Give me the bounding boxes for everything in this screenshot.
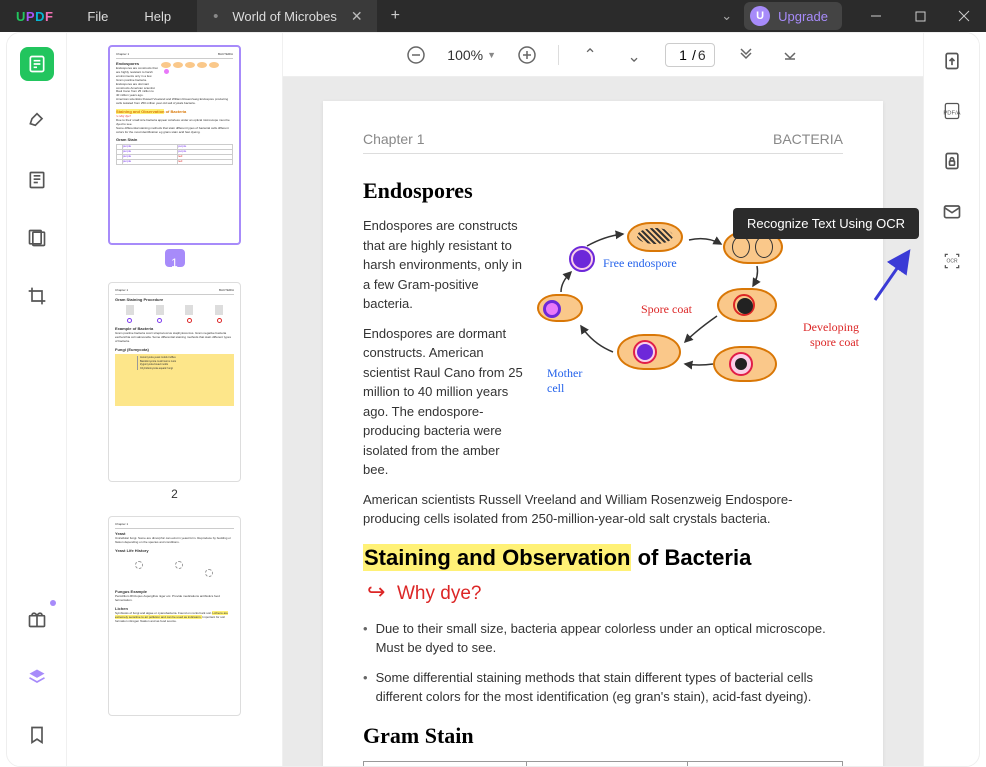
thumbnails-panel: Chapter 1BACTERIA Endospores Endospores … [67, 33, 283, 766]
prev-page-button[interactable] [733, 42, 759, 68]
section-label: BACTERIA [773, 131, 843, 147]
close-window-button[interactable] [942, 0, 986, 32]
current-page[interactable]: 1 [674, 47, 692, 63]
zoom-in-button[interactable] [514, 42, 540, 68]
app-body: Chapter 1 BACTERIA Endospores Endospores … [6, 32, 980, 767]
maximize-button[interactable] [898, 0, 942, 32]
menu-file[interactable]: File [69, 9, 126, 24]
tabs-dropdown-icon[interactable]: ⌄ [709, 8, 744, 24]
thumb-number: 1 [165, 249, 185, 267]
paragraph: Endospores are constructs that are highl… [363, 216, 523, 314]
content-area: 100%▼ ⌃ ⌃ 1 / 6 Chapter 1 BACTERIA Endos… [283, 33, 923, 766]
total-pages: 6 [696, 47, 706, 63]
export-tool[interactable] [938, 47, 966, 75]
thumb-number: 2 [108, 482, 241, 506]
close-icon[interactable]: ✕ [351, 8, 363, 25]
tab-indicator-icon: • [213, 8, 218, 25]
upgrade-button[interactable]: U Upgrade [744, 2, 842, 30]
upgrade-label: Upgrade [778, 9, 828, 24]
reader-tool[interactable] [20, 47, 54, 81]
page-indicator[interactable]: 1 / 6 [665, 43, 715, 67]
right-sidebar: PDF/A OCR [923, 33, 979, 766]
chapter-label: Chapter 1 [363, 131, 424, 147]
heading-gram-stain: Gram Stain [363, 723, 843, 749]
notes-tool[interactable] [20, 163, 54, 197]
pages-tool[interactable] [20, 221, 54, 255]
pdfa-tool[interactable]: PDF/A [938, 97, 966, 125]
annotation-why-dye: ↪ Why dye? [397, 583, 843, 605]
zoom-out-button[interactable] [403, 42, 429, 68]
svg-text:PDF/A: PDF/A [943, 110, 960, 116]
diagram-label: Mother cell [547, 366, 597, 396]
gift-icon[interactable] [20, 602, 54, 636]
highlighter-tool[interactable] [20, 105, 54, 139]
diagram-label: Spore coat [641, 302, 692, 317]
layers-icon[interactable] [20, 660, 54, 694]
table-header: Color of Gram - cells [687, 761, 842, 766]
paragraph: Endospores are dormant constructs. Ameri… [363, 324, 523, 480]
app-logo: UPDF [0, 9, 69, 24]
heading-staining: Staining and Observation of Bacteria [363, 545, 843, 571]
zoom-level[interactable]: 100%▼ [447, 47, 496, 63]
endospore-diagram: Vegetati Free endospore Mother cell [537, 216, 847, 416]
thumbnail-1[interactable]: Chapter 1BACTERIA Endospores Endospores … [108, 45, 241, 272]
share-tool[interactable] [938, 197, 966, 225]
document-tab[interactable]: • World of Microbes ✕ [197, 0, 377, 32]
diagram-label: Developing spore coat [789, 320, 859, 350]
next-page-button[interactable] [777, 42, 803, 68]
title-bar: UPDF File Help • World of Microbes ✕ + ⌄… [0, 0, 986, 32]
crop-tool[interactable] [20, 279, 54, 313]
gram-stain-table: Color of Gram + cells Color of Gram - ce… [363, 761, 843, 767]
document-page: Chapter 1 BACTERIA Endospores Endospores… [323, 101, 883, 766]
svg-text:OCR: OCR [946, 259, 958, 265]
bullet-item: •Due to their small size, bacteria appea… [363, 619, 843, 658]
curl-arrow-icon: ↪ [367, 579, 385, 605]
left-sidebar [7, 33, 67, 766]
tab-title: World of Microbes [232, 9, 337, 24]
last-page-button[interactable]: ⌃ [621, 42, 647, 68]
menu-help[interactable]: Help [126, 9, 189, 24]
ocr-tool[interactable]: OCR [938, 247, 966, 275]
pointer-arrow-icon [869, 246, 915, 306]
document-toolbar: 100%▼ ⌃ ⌃ 1 / 6 [283, 33, 923, 77]
paragraph: American scientists Russell Vreeland and… [363, 490, 843, 529]
protect-tool[interactable] [938, 147, 966, 175]
new-tab-button[interactable]: + [377, 7, 414, 25]
heading-endospores: Endospores [363, 178, 843, 204]
first-page-button[interactable]: ⌃ [577, 42, 603, 68]
minimize-button[interactable] [854, 0, 898, 32]
chevron-down-icon: ▼ [487, 50, 496, 60]
diagram-label: Free endospore [603, 256, 677, 271]
thumbnail-2[interactable]: Chapter 1BACTERIA Gram Staining Procedur… [108, 282, 241, 506]
upgrade-badge-icon: U [750, 6, 770, 26]
ocr-tooltip: Recognize Text Using OCR [733, 208, 919, 239]
bullet-item: •Some differential staining methods that… [363, 668, 843, 707]
table-header: Color of Gram + cells [526, 761, 687, 766]
document-viewport[interactable]: Chapter 1 BACTERIA Endospores Endospores… [283, 77, 923, 766]
thumbnail-3[interactable]: Chapter 1 Yeast Unicellular fungi. Some … [108, 516, 241, 716]
bookmark-icon[interactable] [20, 718, 54, 752]
